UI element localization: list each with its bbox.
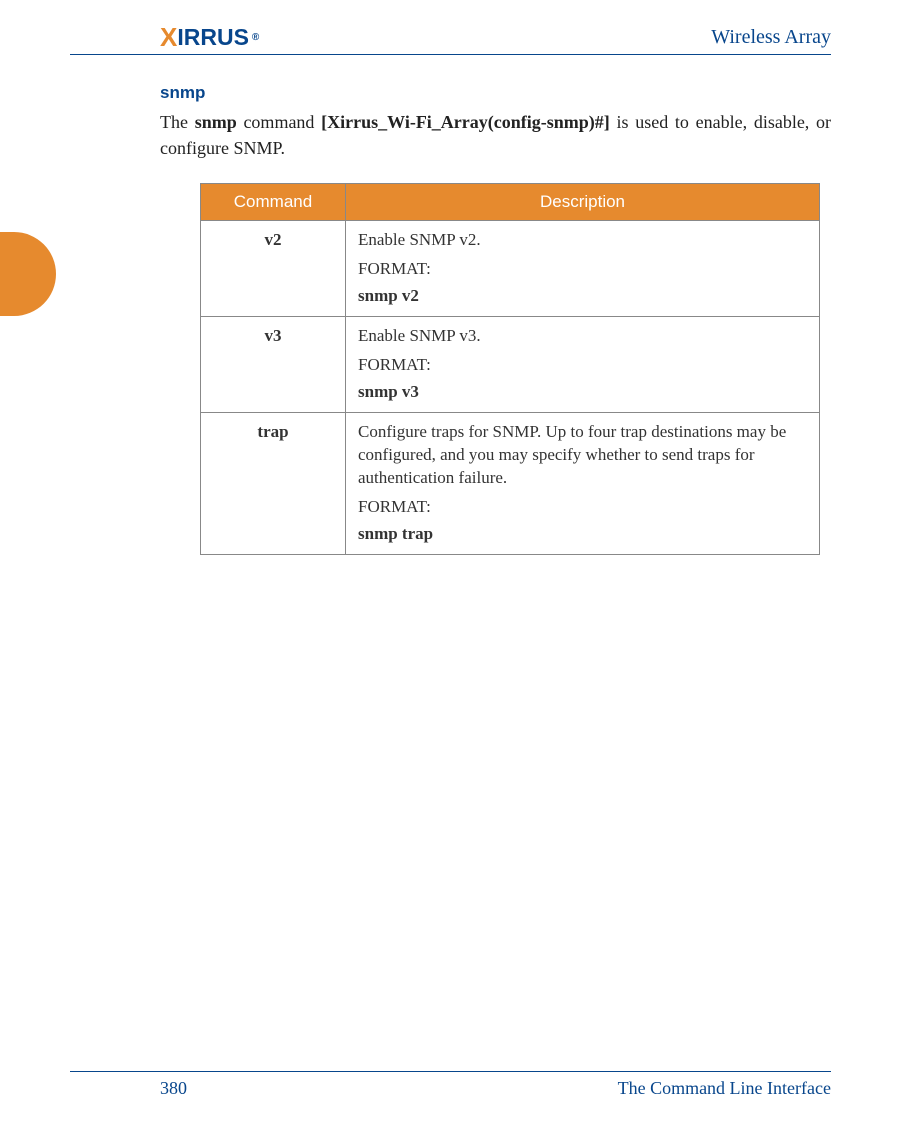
table-header-command: Command	[201, 184, 346, 221]
section-tab-marker	[0, 232, 56, 316]
command-cell: v2	[201, 221, 346, 317]
page-footer: 380 The Command Line Interface	[70, 1071, 831, 1099]
logo-text: IRRUS	[177, 24, 249, 51]
page-header: XIRRUS® Wireless Array	[70, 22, 831, 55]
table-row: v3 Enable SNMP v3. FORMAT: snmp v3	[201, 317, 820, 413]
registered-icon: ®	[252, 32, 259, 43]
table-row: trap Configure traps for SNMP. Up to fou…	[201, 412, 820, 554]
footer-section-title: The Command Line Interface	[618, 1078, 831, 1099]
command-cell: trap	[201, 412, 346, 554]
table-header-description: Description	[346, 184, 820, 221]
page-number: 380	[70, 1078, 187, 1099]
table-row: v2 Enable SNMP v2. FORMAT: snmp v2	[201, 221, 820, 317]
command-cell: v3	[201, 317, 346, 413]
description-cell: Configure traps for SNMP. Up to four tra…	[346, 412, 820, 554]
section-heading: snmp	[70, 83, 831, 103]
logo-x-icon: X	[160, 22, 177, 53]
xirrus-logo: XIRRUS®	[160, 22, 259, 53]
command-table: Command Description v2 Enable SNMP v2. F…	[200, 183, 820, 554]
document-title: Wireless Array	[711, 26, 831, 49]
section-intro: The snmp command [Xirrus_Wi-Fi_Array(con…	[70, 109, 831, 161]
description-cell: Enable SNMP v2. FORMAT: snmp v2	[346, 221, 820, 317]
command-table-wrapper: Command Description v2 Enable SNMP v2. F…	[70, 183, 831, 554]
description-cell: Enable SNMP v3. FORMAT: snmp v3	[346, 317, 820, 413]
